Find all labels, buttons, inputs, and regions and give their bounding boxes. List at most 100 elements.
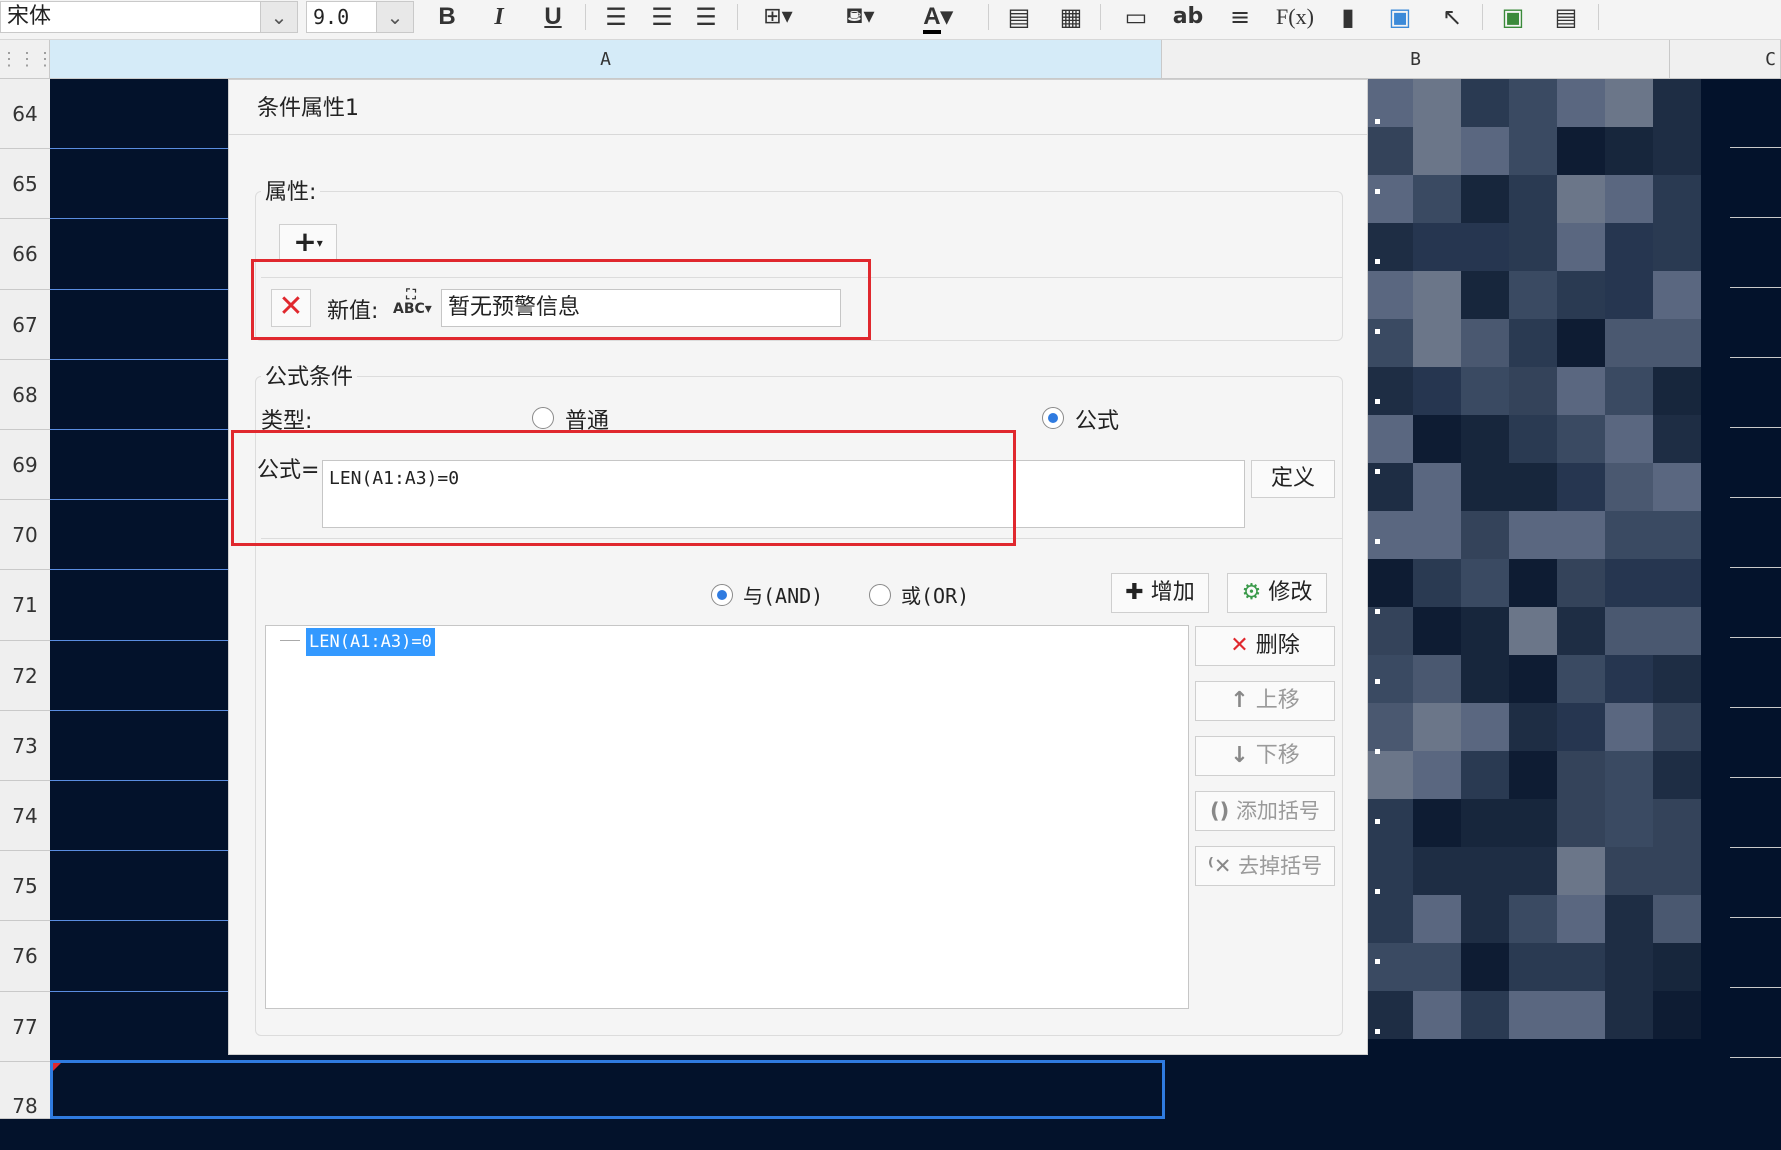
grid-line	[1730, 637, 1781, 638]
italic-icon[interactable]: I	[482, 2, 516, 34]
mosaic-block	[1557, 607, 1605, 655]
mosaic-block	[1509, 175, 1557, 223]
type-formula-label[interactable]: 公式	[1075, 403, 1119, 435]
row-header[interactable]: 75	[0, 851, 50, 922]
cell-dot	[1375, 539, 1380, 544]
cell[interactable]	[50, 359, 228, 430]
cell[interactable]	[50, 851, 228, 922]
mosaic-block	[1653, 751, 1701, 799]
row-header[interactable]: 78	[0, 1061, 50, 1119]
cell[interactable]	[50, 570, 228, 641]
gear-icon: ⚙	[1241, 580, 1262, 605]
mosaic-block	[1413, 463, 1461, 511]
mosaic-block	[1605, 319, 1653, 367]
row-header[interactable]: 72	[0, 640, 50, 711]
logic-or-radio[interactable]	[869, 584, 891, 606]
mosaic-block	[1653, 223, 1701, 271]
cell[interactable]	[50, 149, 228, 220]
define-button[interactable]: 定义	[1251, 460, 1335, 498]
type-formula-radio[interactable]	[1042, 407, 1064, 429]
row-header[interactable]: 71	[0, 570, 50, 641]
mosaic-block	[1557, 223, 1605, 271]
wrap-text-icon[interactable]: ab	[1168, 2, 1208, 34]
row-header[interactable]: 68	[0, 359, 50, 430]
cell[interactable]	[50, 781, 228, 852]
row-header[interactable]: 64	[0, 79, 50, 150]
logic-and-radio[interactable]	[711, 584, 733, 606]
mosaic-block	[1413, 559, 1461, 607]
formula-condition-legend: 公式条件	[261, 359, 358, 391]
cell[interactable]	[50, 219, 228, 290]
remove-bracket-button[interactable]: ⁽✕ 去掉括号	[1195, 846, 1335, 886]
border-icon[interactable]: ⊞▾	[750, 2, 806, 34]
list-icon[interactable]: ▤	[1548, 2, 1584, 34]
pointer-icon[interactable]: ↖	[1434, 2, 1470, 34]
cell[interactable]	[50, 991, 228, 1062]
mosaic-block	[1413, 175, 1461, 223]
cell[interactable]	[50, 921, 228, 992]
mosaic-block	[1509, 559, 1557, 607]
mosaic-block	[1365, 127, 1413, 175]
mosaic-block	[1413, 415, 1461, 463]
row-header[interactable]: 76	[0, 921, 50, 992]
insert-row-icon[interactable]: ▤	[1002, 2, 1036, 34]
cell[interactable]	[50, 640, 228, 711]
logic-and-label[interactable]: 与(AND)	[743, 580, 823, 609]
chart-icon[interactable]: ▮	[1330, 2, 1366, 34]
cell[interactable]	[50, 79, 228, 150]
column-header-c[interactable]: C	[1670, 40, 1781, 79]
mosaic-block	[1509, 751, 1557, 799]
condition-item[interactable]: LEN(A1:A3)=0	[306, 628, 435, 656]
row-header[interactable]: 66	[0, 219, 50, 290]
add-bracket-button[interactable]: () 添加括号	[1195, 791, 1335, 831]
type-normal-radio[interactable]	[532, 407, 554, 429]
column-header-b[interactable]: B	[1162, 40, 1670, 79]
cell[interactable]	[50, 430, 228, 501]
cell[interactable]	[50, 500, 228, 571]
move-down-button[interactable]: ↓ 下移	[1195, 736, 1335, 776]
font-name-dropdown-icon[interactable]: ⌄	[260, 1, 298, 33]
underline-icon[interactable]: U	[536, 2, 570, 34]
row-header[interactable]: 70	[0, 500, 50, 571]
add-condition-button[interactable]: ✚ 增加	[1111, 573, 1209, 613]
grid-icon[interactable]: ▦	[1054, 2, 1088, 34]
cell[interactable]	[50, 289, 228, 360]
grid-line	[1730, 567, 1781, 568]
font-size-select[interactable]: 9.0	[306, 1, 378, 33]
selected-cell[interactable]	[50, 1060, 1165, 1119]
merge-icon[interactable]: ▭	[1118, 2, 1154, 34]
cell[interactable]	[50, 710, 228, 781]
fill-color-icon[interactable]: ⛾▾	[832, 2, 888, 34]
font-color-icon[interactable]: A▾	[910, 2, 966, 34]
condition-list[interactable]: LEN(A1:A3)=0	[265, 625, 1189, 1009]
align-left-icon[interactable]: ☰	[598, 2, 634, 34]
select-all-corner[interactable]: ⋮⋮⋮	[0, 40, 54, 79]
paragraph-icon[interactable]: ≡	[1222, 2, 1258, 34]
move-up-button[interactable]: ↑ 上移	[1195, 681, 1335, 721]
comment-marker-icon	[53, 1063, 61, 1071]
align-center-icon[interactable]: ☰	[644, 2, 680, 34]
font-name-select[interactable]: 宋体	[0, 1, 262, 33]
mosaic-block	[1461, 991, 1509, 1039]
row-header[interactable]: 65	[0, 149, 50, 220]
align-right-icon[interactable]: ☰	[688, 2, 724, 34]
mosaic-block	[1557, 127, 1605, 175]
font-size-dropdown-icon[interactable]: ⌄	[376, 1, 414, 33]
style-icon[interactable]: ▣	[1496, 2, 1530, 34]
row-header[interactable]: 77	[0, 991, 50, 1062]
mosaic-block	[1605, 799, 1653, 847]
bold-icon[interactable]: B	[430, 2, 464, 34]
mosaic-block	[1605, 751, 1653, 799]
row-header[interactable]: 73	[0, 710, 50, 781]
logic-or-label[interactable]: 或(OR)	[901, 580, 969, 609]
column-header-a[interactable]: A	[50, 40, 1162, 79]
image-icon[interactable]: ▣	[1380, 2, 1420, 34]
row-header[interactable]: 69	[0, 430, 50, 501]
row-header[interactable]: 67	[0, 289, 50, 360]
row-header[interactable]: 74	[0, 781, 50, 852]
modify-condition-button[interactable]: ⚙ 修改	[1227, 573, 1327, 613]
add-attribute-button[interactable]: +▾	[279, 224, 337, 262]
highlight-formula	[231, 430, 1016, 546]
formula-icon[interactable]: F(x)	[1272, 2, 1318, 34]
delete-condition-button[interactable]: ✕ 删除	[1195, 626, 1335, 666]
